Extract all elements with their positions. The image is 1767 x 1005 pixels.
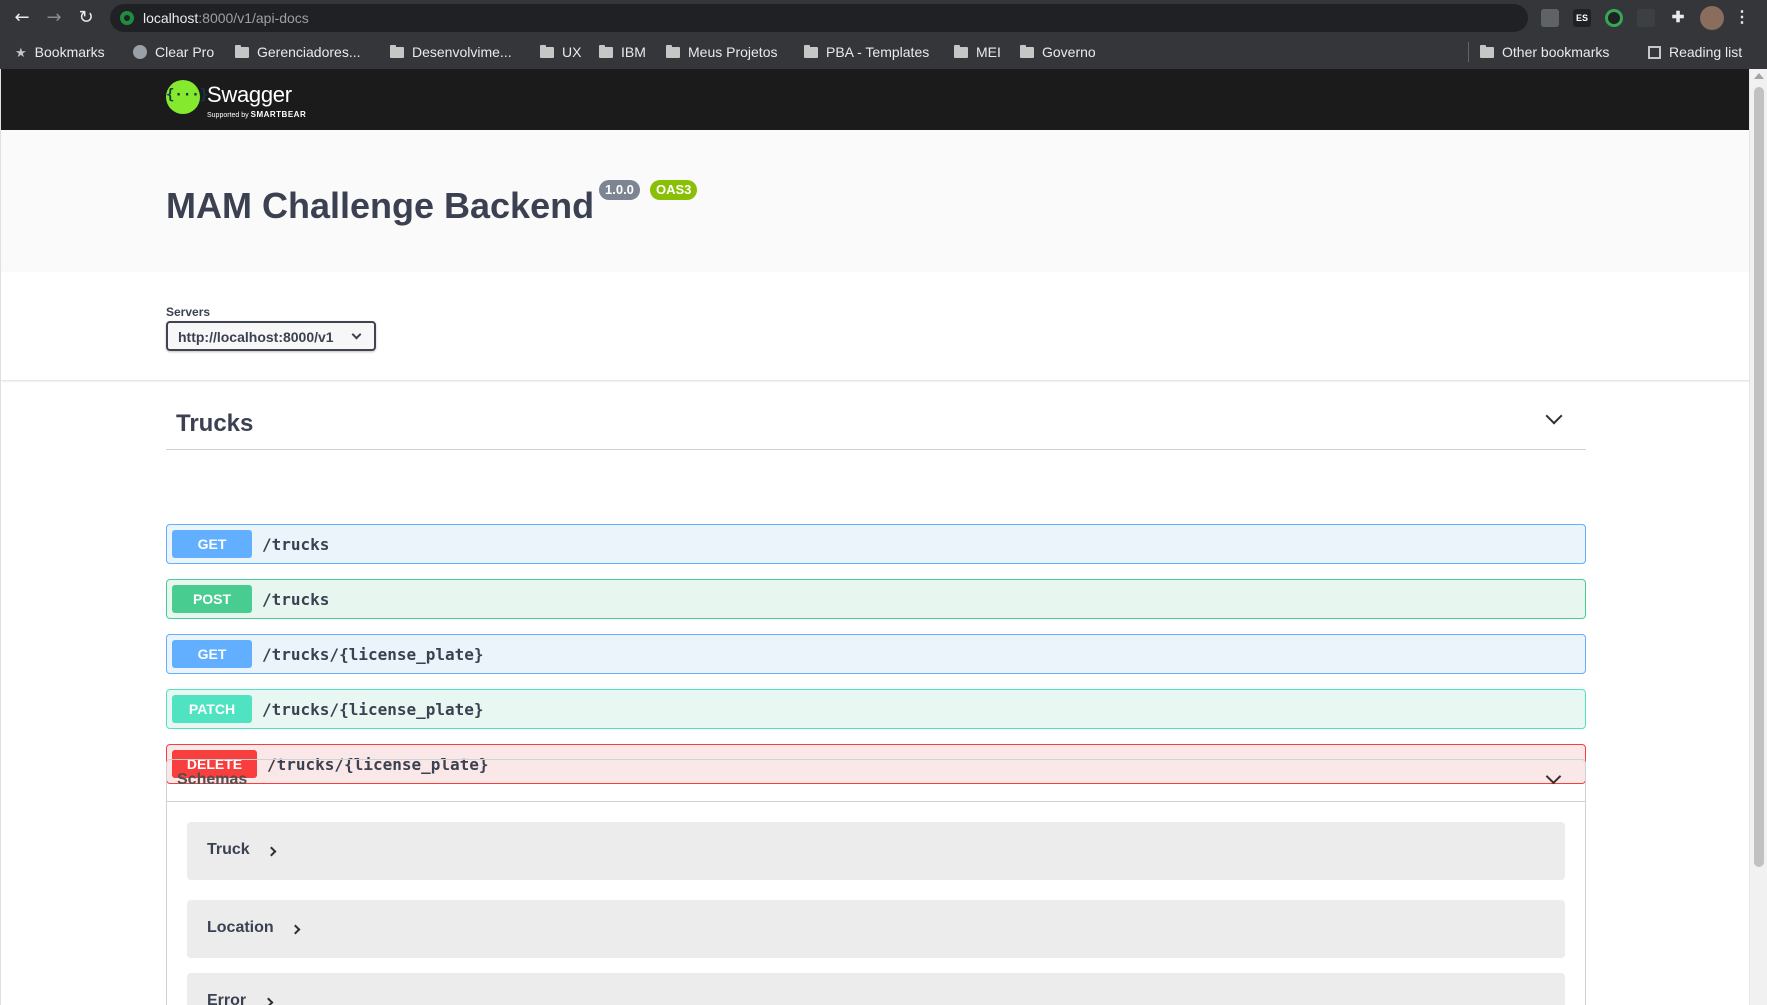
menu-dots-icon[interactable]: ⋮ xyxy=(1733,9,1751,27)
folder-icon xyxy=(235,45,249,58)
version-badge: 1.0.0 xyxy=(599,180,640,200)
folder-icon xyxy=(804,45,818,58)
bookmark-meus-projetos[interactable]: Meus Projetos xyxy=(666,42,777,62)
chevron-right-icon xyxy=(263,997,274,1005)
bookmark-ux[interactable]: UX xyxy=(540,42,581,62)
address-url[interactable]: localhost:8000/v1/api-docs xyxy=(143,10,309,26)
servers-section: Servers http://localhost:8000/v1 xyxy=(1,272,1749,380)
bookmark-mei[interactable]: MEI xyxy=(954,42,1001,62)
swagger-logo-icon[interactable]: {···} xyxy=(166,80,208,114)
model-error[interactable]: Error xyxy=(187,973,1565,1005)
swagger-topbar: {···} Swagger Supported by SMARTBEAR xyxy=(1,69,1749,130)
globe-icon xyxy=(133,45,147,59)
bookmark-pba-templates[interactable]: PBA - Templates xyxy=(804,42,929,62)
avatar[interactable] xyxy=(1700,6,1724,30)
chevron-right-icon xyxy=(266,846,277,857)
schemas-header[interactable]: Schemas xyxy=(167,760,1585,802)
browser-chrome: ← → ↻ localhost:8000/v1/api-docs ES ✚ ⋮ … xyxy=(0,0,1767,69)
operation-path: /trucks/{license_plate} xyxy=(262,645,484,664)
operation-get-truck-by-plate[interactable]: GET /trucks/{license_plate} xyxy=(166,634,1586,674)
model-name: Location xyxy=(207,919,274,936)
back-arrow-icon[interactable]: ← xyxy=(11,7,33,29)
site-info-icon[interactable] xyxy=(120,11,134,25)
address-bar[interactable]: localhost:8000/v1/api-docs xyxy=(110,4,1528,32)
servers-label: Servers xyxy=(166,305,211,319)
star-icon: ★ xyxy=(15,46,27,61)
extension-ring-icon[interactable] xyxy=(1605,9,1623,27)
operation-path: /trucks xyxy=(262,590,330,609)
model-name: Error xyxy=(207,992,247,1005)
schemas-title: Schemas xyxy=(177,771,248,788)
model-name: Truck xyxy=(207,841,250,858)
page-scrollbar[interactable] xyxy=(1749,69,1767,1005)
bookmarks-separator xyxy=(1468,42,1469,62)
puzzle-icon[interactable]: ✚ xyxy=(1669,9,1687,27)
bookmark-ibm[interactable]: IBM xyxy=(599,42,646,62)
swagger-supported-by: Supported by SMARTBEAR xyxy=(207,110,307,119)
bookmarks-bar: ★ Bookmarks Clear Pro Gerenciadores... De… xyxy=(0,38,1767,66)
chevron-down-icon xyxy=(351,329,362,340)
forward-arrow-icon[interactable]: → xyxy=(43,7,65,29)
tag-header[interactable]: Trucks xyxy=(166,395,1586,450)
extension-dots-icon[interactable] xyxy=(1637,9,1655,27)
servers-select[interactable]: http://localhost:8000/v1 xyxy=(166,321,376,351)
chevron-down-icon[interactable] xyxy=(1545,407,1563,425)
folder-icon xyxy=(599,45,613,58)
bookmark-gerenciadores[interactable]: Gerenciadores... xyxy=(235,42,361,62)
tag-section-trucks: Trucks GET /trucks POST /trucks GET /tru… xyxy=(166,395,1586,784)
model-truck[interactable]: Truck xyxy=(187,822,1565,880)
reload-icon[interactable]: ↻ xyxy=(75,7,97,29)
bookmark-other[interactable]: Other bookmarks xyxy=(1480,42,1609,62)
folder-icon xyxy=(666,45,680,58)
page-title: MAM Challenge Backend xyxy=(166,185,595,226)
servers-selected-value: http://localhost:8000/v1 xyxy=(178,329,334,345)
extension-es-icon[interactable]: ES xyxy=(1573,9,1591,27)
schemas-section: Schemas Truck Location Error xyxy=(166,759,1586,1005)
address-row: ← → ↻ localhost:8000/v1/api-docs ES ✚ ⋮ xyxy=(0,0,1767,36)
reading-list-icon xyxy=(1648,46,1661,59)
operation-get-trucks[interactable]: GET /trucks xyxy=(166,524,1586,564)
method-badge: PATCH xyxy=(172,695,252,723)
operation-post-trucks[interactable]: POST /trucks xyxy=(166,579,1586,619)
folder-icon xyxy=(954,45,968,58)
model-location[interactable]: Location xyxy=(187,900,1565,958)
scroll-thumb[interactable] xyxy=(1754,87,1764,867)
bookmark-bookmarks[interactable]: ★ Bookmarks xyxy=(15,42,105,62)
chevron-down-icon[interactable] xyxy=(1545,768,1562,785)
method-badge: POST xyxy=(172,585,252,613)
chevron-right-icon xyxy=(290,924,301,935)
swagger-brand[interactable]: Swagger xyxy=(207,82,292,108)
folder-icon xyxy=(540,45,554,58)
operation-path: /trucks/{license_plate} xyxy=(262,700,484,719)
bookmark-governo[interactable]: Governo xyxy=(1020,42,1096,62)
operation-patch-truck[interactable]: PATCH /trucks/{license_plate} xyxy=(166,689,1586,729)
operation-path: /trucks xyxy=(262,535,330,554)
folder-icon xyxy=(1020,45,1034,58)
tag-title: Trucks xyxy=(176,410,254,437)
page-viewport: {···} Swagger Supported by SMARTBEAR MAM… xyxy=(0,69,1749,1005)
folder-icon xyxy=(1480,45,1494,58)
folder-icon xyxy=(390,45,404,58)
bookmark-clear-pro[interactable]: Clear Pro xyxy=(133,42,214,62)
scroll-up-icon[interactable] xyxy=(1754,73,1764,79)
reading-list[interactable]: Reading list xyxy=(1648,42,1742,62)
extension-icon[interactable] xyxy=(1541,9,1559,27)
bookmark-desenvolvimento[interactable]: Desenvolvime... xyxy=(390,42,512,62)
method-badge: GET xyxy=(172,530,252,558)
method-badge: GET xyxy=(172,640,252,668)
oas-badge: OAS3 xyxy=(650,180,698,200)
